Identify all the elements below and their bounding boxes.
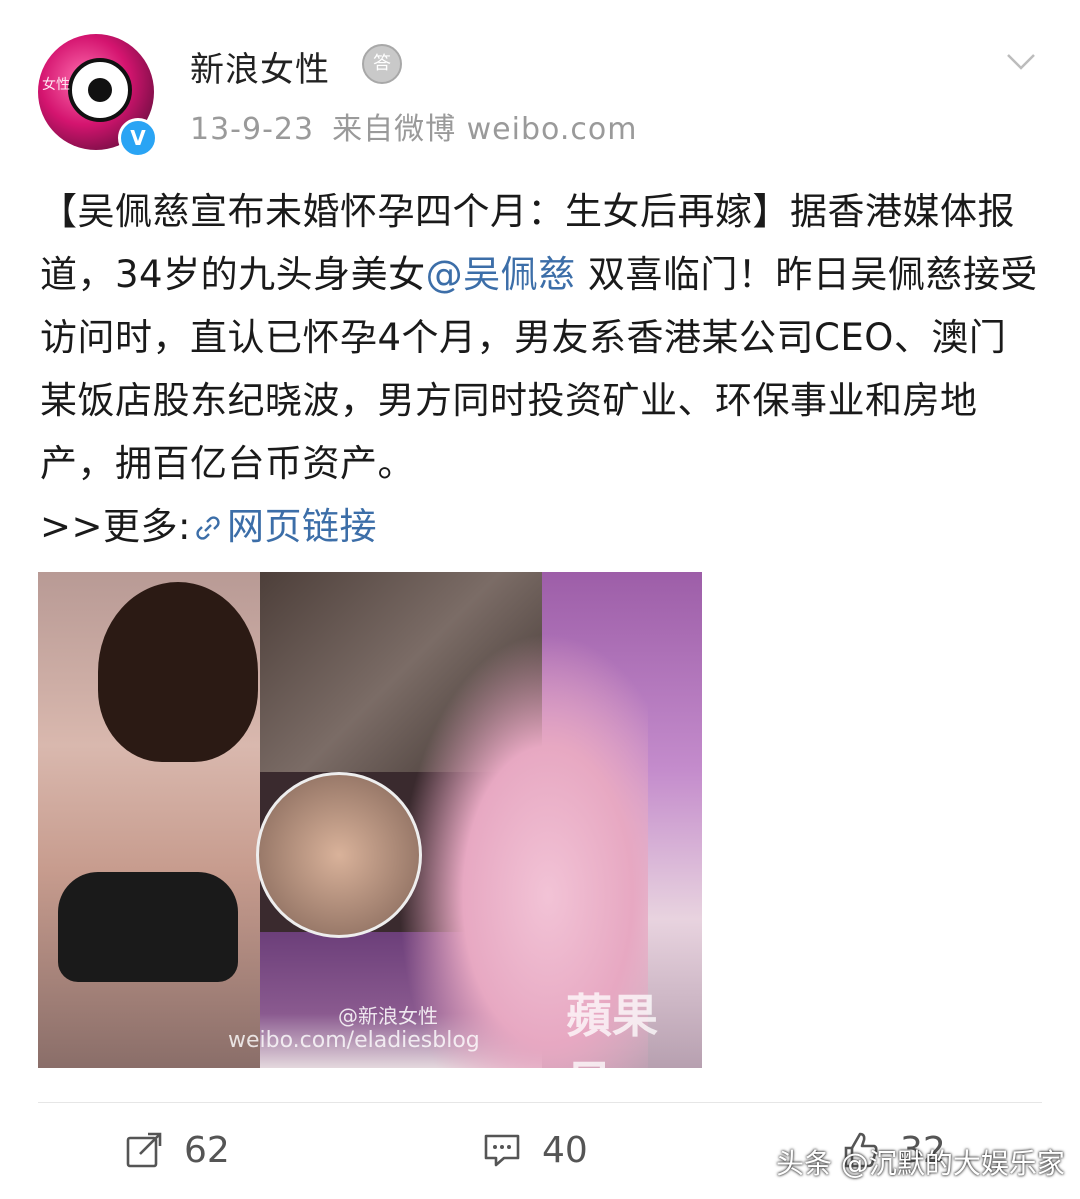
image-watermark-url: weibo.com/eladiesblog [228,1028,480,1053]
footer-watermark: 头条 @沉默的大娱乐家 [776,1147,1065,1180]
author-name[interactable]: 新浪女性 [190,42,330,91]
photo-inset-circle [256,772,422,938]
share-icon [126,1132,162,1168]
divider [38,1102,1042,1103]
chevron-down-icon[interactable] [1006,46,1036,76]
repost-button[interactable]: 62 [124,1122,230,1178]
repost-count: 62 [184,1129,230,1171]
web-link[interactable]: 网页链接 [227,505,377,548]
medal-icon[interactable]: 答 [362,44,402,84]
image-watermark-brand: 蘋果日 [566,989,658,1068]
comment-count: 40 [542,1129,588,1171]
post-meta: 13-9-23 来自微博 weibo.com [190,104,655,148]
avatar-eye-graphic [68,58,132,122]
verified-icon: V [118,118,158,158]
more-prefix: >>更多: [40,505,191,548]
post-date: 13-9-23 [190,112,315,147]
post-content: 【吴佩慈宣布未婚怀孕四个月：生女后再嫁】据香港媒体报道，34岁的九头身美女@吴佩… [40,180,1040,558]
comment-icon [484,1134,520,1167]
post-image[interactable]: @新浪女性 weibo.com/eladiesblog 蘋果日 [38,572,702,1068]
image-watermark-account: @新浪女性 [338,1004,438,1028]
mention-link[interactable]: @吴佩慈 [426,253,576,296]
avatar-label: 女性 [42,77,70,93]
link-icon[interactable] [195,515,221,541]
post-source: 来自微博 weibo.com [332,112,638,147]
post-headline: 【吴佩慈宣布未婚怀孕四个月：生女后再嫁】 [40,190,790,233]
comment-button[interactable]: 40 [482,1122,588,1178]
post-header: 女性 V 新浪女性 答 13-9-23 来自微博 weibo.com [0,0,1080,160]
